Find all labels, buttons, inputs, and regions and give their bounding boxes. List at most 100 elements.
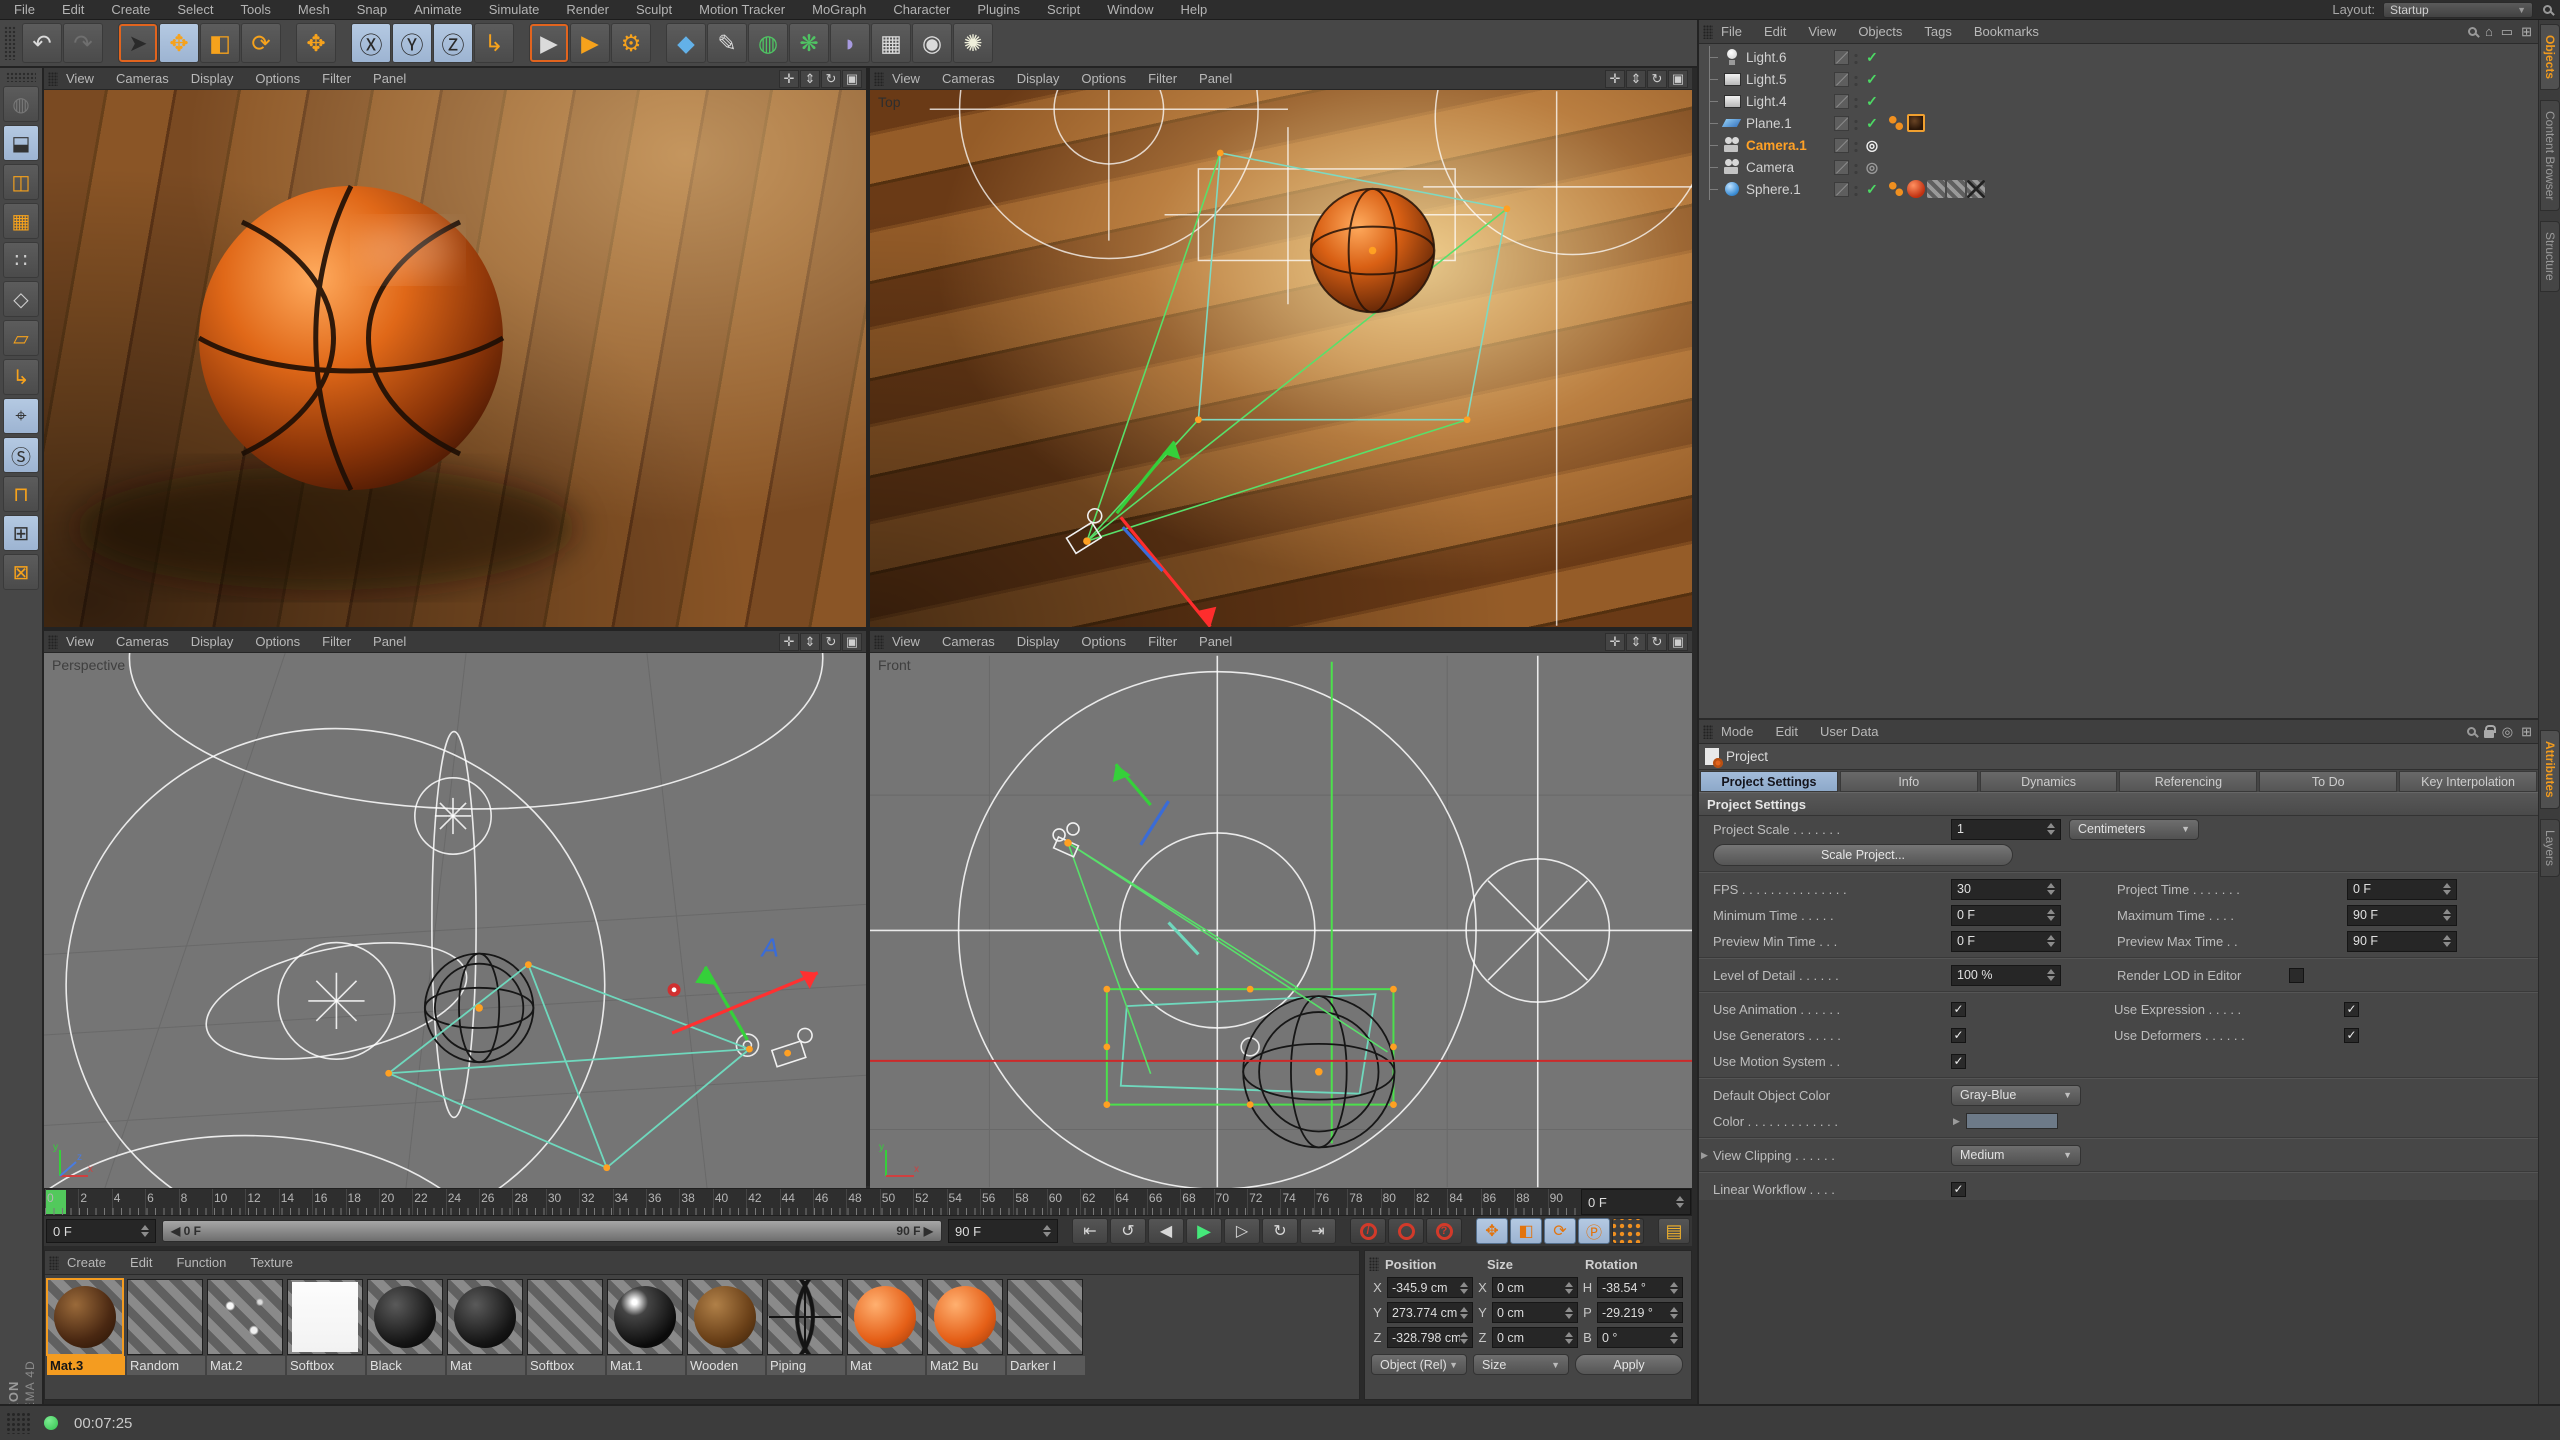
pan-viewport-icon[interactable]: ✛ <box>1605 632 1625 651</box>
color-expand-icon[interactable]: ▶ <box>1953 1116 1960 1127</box>
object-row[interactable]: Light.5 ✓ <box>1699 68 2538 90</box>
material-item[interactable]: Black <box>367 1279 445 1375</box>
viewport-menu-item[interactable]: Display <box>191 71 234 86</box>
tweak-mode-tool[interactable]: ⌖ <box>3 398 39 434</box>
record-keyframe-button[interactable]: / <box>1350 1218 1386 1244</box>
editor-render-dots-icon[interactable] <box>1852 159 1860 175</box>
size-mode-select[interactable]: Size ▼ <box>1473 1354 1569 1375</box>
polygon-mode-tool[interactable]: ▱ <box>3 320 39 356</box>
material-thumbnail[interactable] <box>367 1279 443 1355</box>
menu-item[interactable]: Snap <box>357 2 387 17</box>
material-thumbnail[interactable] <box>287 1279 363 1355</box>
position-field[interactable]: 273.774 cm <box>1387 1302 1473 1323</box>
object-tag-icon[interactable] <box>1887 180 1905 198</box>
object-manager-menu-item[interactable]: Bookmarks <box>1974 24 2039 39</box>
dolly-viewport-icon[interactable]: ⇕ <box>1626 69 1646 88</box>
object-manager-grip[interactable] <box>1703 24 1713 39</box>
minimum-time-field[interactable]: 0 F <box>1951 904 2061 926</box>
enabled-check-icon[interactable]: ◎ <box>1863 159 1881 176</box>
range-end-field[interactable]: 90 F <box>948 1219 1058 1243</box>
enabled-check-icon[interactable]: ✓ <box>1863 115 1881 132</box>
menu-item[interactable]: Mesh <box>298 2 330 17</box>
material-thumbnail[interactable] <box>447 1279 523 1355</box>
material-thumbnail[interactable] <box>127 1279 203 1355</box>
object-row[interactable]: Camera.1 ◎ <box>1699 134 2538 156</box>
menu-item[interactable]: Character <box>893 2 950 17</box>
size-field[interactable]: 0 cm <box>1492 1277 1578 1298</box>
object-name[interactable]: Camera.1 <box>1746 138 1834 153</box>
material-thumbnail[interactable] <box>527 1279 603 1355</box>
rotate-button[interactable]: ⟳ <box>241 23 281 63</box>
panel-tab[interactable]: Content Browser <box>2540 100 2560 212</box>
status-grip[interactable] <box>6 1412 32 1434</box>
use-generators-checkbox[interactable]: ✓ <box>1951 1027 1966 1043</box>
menu-item[interactable]: MoGraph <box>812 2 866 17</box>
autokeying-button[interactable] <box>1388 1218 1424 1244</box>
lock-x-axis-button[interactable]: Ⓧ <box>351 23 391 63</box>
play-button[interactable]: ▶ <box>1186 1218 1222 1244</box>
editor-render-dots-icon[interactable] <box>1852 115 1860 131</box>
texture-mode-tool[interactable]: ▦ <box>3 203 39 239</box>
object-manager-menu-item[interactable]: Edit <box>1764 24 1786 39</box>
attribute-tab[interactable]: Referencing <box>2119 771 2258 792</box>
scene-light-button[interactable]: ✺ <box>953 23 993 63</box>
menu-item[interactable]: File <box>14 2 35 17</box>
material-menu-item[interactable]: Edit <box>130 1255 152 1270</box>
key-point-level-button[interactable] <box>1612 1218 1644 1244</box>
prev-frame-button[interactable]: ◀ <box>1148 1218 1184 1244</box>
maximize-viewport-icon[interactable]: ▣ <box>842 69 862 88</box>
visibility-toggle-icon[interactable] <box>1834 115 1849 131</box>
subdivision-surface-button[interactable]: ◍ <box>748 23 788 63</box>
viewport-menu-item[interactable]: Options <box>255 634 300 649</box>
pan-viewport-icon[interactable]: ✛ <box>1605 69 1625 88</box>
material-item[interactable]: Mat.1 <box>607 1279 685 1375</box>
dolly-viewport-icon[interactable]: ⇕ <box>800 69 820 88</box>
lock-icon[interactable] <box>2483 724 2497 738</box>
spline-pen-button[interactable]: ✎ <box>707 23 747 63</box>
viewport-menu-item[interactable]: Filter <box>322 71 351 86</box>
object-name[interactable]: Camera <box>1746 160 1834 175</box>
viewport-grip[interactable] <box>874 71 884 86</box>
new-panel-icon[interactable]: ⊞ <box>2521 724 2532 740</box>
material-item[interactable]: Softbox <box>527 1279 605 1375</box>
menu-item[interactable]: Select <box>177 2 213 17</box>
object-row[interactable]: Camera ◎ <box>1699 156 2538 178</box>
move-button[interactable]: ✥ <box>159 23 199 63</box>
menu-item[interactable]: Script <box>1047 2 1080 17</box>
material-grip[interactable] <box>49 1255 59 1270</box>
object-row[interactable]: Plane.1 ✓ <box>1699 112 2538 134</box>
render-lod-checkbox[interactable] <box>2289 967 2304 983</box>
panel-tab[interactable]: Objects <box>2540 24 2560 91</box>
dolly-viewport-icon[interactable]: ⇕ <box>1626 632 1646 651</box>
material-thumbnail[interactable] <box>1007 1279 1083 1355</box>
apply-button[interactable]: Apply <box>1575 1354 1683 1375</box>
workplane-tool[interactable]: ⊠ <box>3 554 39 590</box>
material-thumbnail[interactable] <box>847 1279 923 1355</box>
enabled-check-icon[interactable]: ✓ <box>1863 181 1881 198</box>
material-thumbnail[interactable] <box>687 1279 763 1355</box>
attribute-tab[interactable]: Key Interpolation <box>2399 771 2537 792</box>
material-menu-item[interactable]: Function <box>176 1255 226 1270</box>
add-primitive-button[interactable]: ◆ <box>666 23 706 63</box>
viewport-grip[interactable] <box>48 71 58 86</box>
menu-item[interactable]: Window <box>1107 2 1153 17</box>
material-menu-item[interactable]: Create <box>67 1255 106 1270</box>
editor-render-dots-icon[interactable] <box>1852 93 1860 109</box>
rotate-viewport-icon[interactable]: ↻ <box>1647 632 1667 651</box>
home-icon[interactable]: ⌂ <box>2485 24 2493 39</box>
search-icon[interactable] <box>2467 27 2477 36</box>
maximum-time-field[interactable]: 90 F <box>2347 904 2457 926</box>
add-panel-icon[interactable]: ⊞ <box>2521 24 2532 40</box>
visibility-toggle-icon[interactable] <box>1834 181 1849 197</box>
menu-item[interactable]: Simulate <box>489 2 540 17</box>
material-thumbnail[interactable] <box>46 1278 124 1356</box>
object-name[interactable]: Sphere.1 <box>1746 182 1834 197</box>
menu-item[interactable]: Sculpt <box>636 2 672 17</box>
object-name[interactable]: Plane.1 <box>1746 116 1834 131</box>
range-start-field[interactable]: 0 F <box>46 1219 156 1243</box>
editor-render-dots-icon[interactable] <box>1852 71 1860 87</box>
menu-item[interactable]: Help <box>1181 2 1208 17</box>
material-thumbnail[interactable] <box>767 1279 843 1355</box>
point-mode-tool[interactable]: ∷ <box>3 242 39 278</box>
object-name[interactable]: Light.4 <box>1746 94 1834 109</box>
